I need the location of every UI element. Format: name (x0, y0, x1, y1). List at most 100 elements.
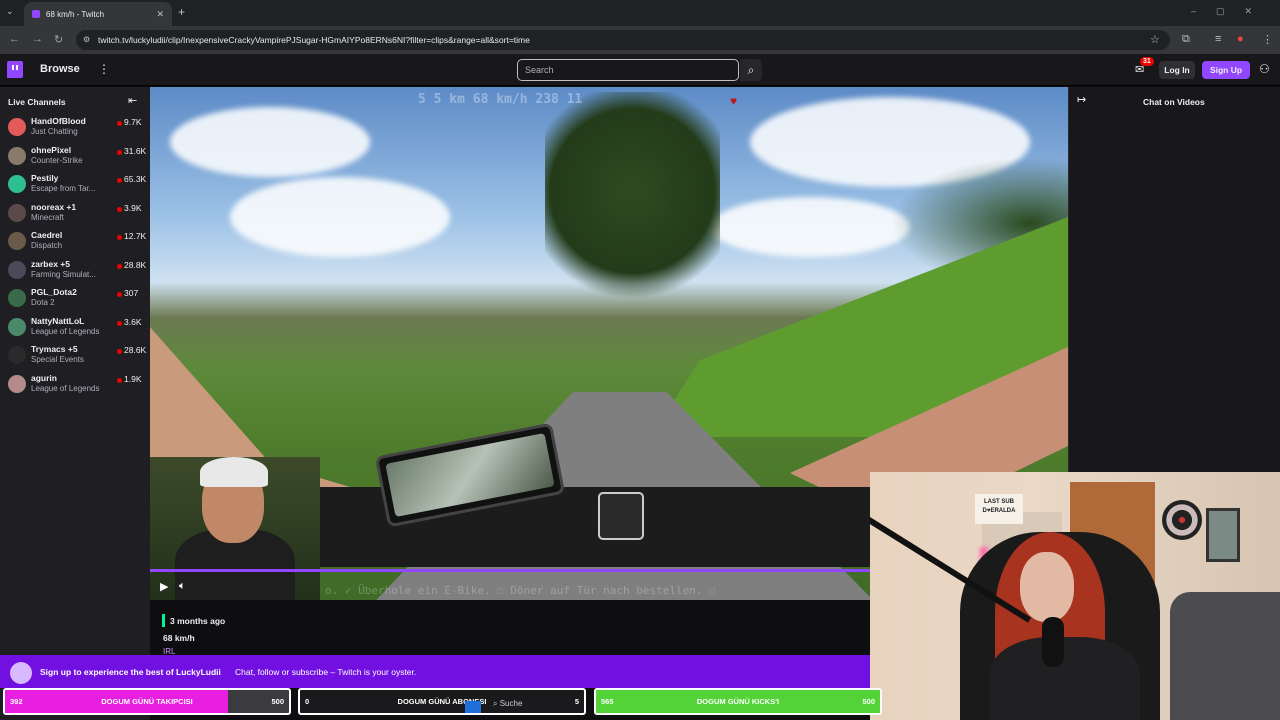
clip-accent-bar (162, 614, 165, 627)
channel-game: Minecraft (31, 212, 64, 222)
channel-avatar (8, 146, 26, 165)
sidebar-channel-item[interactable]: Caedrel Dispatch 12.7K (0, 227, 150, 255)
couch-image (1170, 592, 1280, 720)
expand-chat-icon[interactable]: ↦ (1077, 93, 1086, 106)
facecam-inset (150, 457, 320, 600)
forward-icon[interactable]: → (32, 33, 43, 45)
sidebar-channel-item[interactable]: ohnePixel Counter-Strike 31.6K (0, 142, 150, 170)
streamer-face-image (1020, 552, 1074, 622)
viewer-count: 65.3K (124, 174, 147, 184)
viewer-count: 307 (124, 288, 139, 298)
window-controls[interactable]: –▢✕ (1191, 6, 1272, 17)
twitch-favicon-icon (32, 10, 40, 18)
wall-picture-image (1206, 508, 1240, 562)
taskbar-search[interactable]: ⌕ Suche (493, 699, 522, 709)
channel-avatar (8, 118, 26, 136)
channel-game: Counter-Strike (31, 155, 83, 165)
browser-menu-icon[interactable]: ⋮ (1262, 33, 1273, 46)
channel-name: NattyNattLoL (31, 315, 85, 326)
profile-icon[interactable]: ● (1237, 33, 1244, 45)
sidebar-channel-item[interactable]: Pestily Escape from Tar... 65.3K (0, 170, 150, 198)
back-icon[interactable]: ← (9, 33, 20, 45)
sidebar-channel-item[interactable]: agurin League of Legends 1.9K (0, 370, 150, 398)
goal-target: 500 (862, 697, 875, 706)
channel-game: Farming Simulat... (31, 269, 96, 279)
bookmark-star-icon[interactable]: ☆ (1150, 33, 1160, 46)
channel-avatar (8, 203, 26, 222)
extensions-icon[interactable]: ⧉ (1182, 33, 1190, 46)
follower-goal-bar: 392 DOGUM GÜNÜ TAKIPCISI 500 (3, 688, 291, 715)
viewer-count: 31.6K (124, 145, 147, 156)
channel-name: HandOfBlood (31, 116, 86, 126)
media-icon[interactable]: ≡ (1215, 33, 1221, 45)
channel-name: Pestily (31, 173, 59, 183)
user-menu-icon[interactable]: ⚇ (1259, 62, 1270, 76)
channel-name: zarbex +5 (31, 258, 70, 269)
taskbar-app-icon[interactable] (465, 701, 481, 713)
channel-game: Special Events (31, 355, 84, 364)
live-indicator-icon (117, 349, 122, 354)
viewer-count: 9.7K (124, 117, 142, 127)
browse-link[interactable]: Browse (40, 63, 80, 75)
url-text: twitch.tv/luckyludii/clip/InexpensiveCra… (98, 35, 530, 45)
search-icon[interactable]: ⌕ (740, 59, 762, 81)
collapse-sidebar-icon[interactable]: ⇤ (128, 94, 137, 107)
sidebar-channel-item[interactable]: Trymacs +5 Special Events 28.6K (0, 341, 150, 369)
channel-avatar (8, 317, 26, 336)
twitch-logo-icon[interactable] (7, 61, 23, 78)
dartboard-image (1162, 500, 1202, 540)
new-tab-icon[interactable]: + (178, 5, 185, 19)
site-info-icon[interactable]: ⚙ (83, 30, 90, 50)
live-indicator-icon (117, 149, 122, 155)
viewer-count: 3.9K (124, 202, 142, 213)
sign-line-2: D♥ERALDA (982, 508, 1016, 514)
channel-name: Trymacs +5 (31, 344, 78, 354)
sidebar-channel-item[interactable]: zarbex +5 Farming Simulat... 28.8K (0, 256, 150, 284)
viewer-count: 12.7K (124, 231, 147, 241)
volume-icon[interactable]: 🔈︎ (179, 580, 186, 593)
notification-count-badge: 31 (1140, 57, 1154, 66)
stream-stats-overlay: 5 5 km 68 km/h 238 11 (418, 92, 583, 107)
more-options-icon[interactable]: ⋮ (98, 62, 110, 76)
live-channels-title: Live Channels (8, 97, 66, 107)
live-indicator-icon (117, 121, 122, 126)
play-icon[interactable]: ▶ (160, 580, 168, 593)
kicks-goal-bar: 565 DOGUM GÜNÜ KICKS'I 500 (594, 688, 882, 715)
taskbar-search-label: Suche (499, 699, 523, 708)
tree-image (545, 92, 720, 312)
sidebar-channel-item[interactable]: NattyNattLoL League of Legends 3.6K (0, 313, 150, 341)
chat-title: Chat on Videos (1143, 97, 1205, 107)
url-bar[interactable]: ⚙ twitch.tv/luckyludii/clip/InexpensiveC… (76, 30, 1170, 50)
microphone-image (1042, 617, 1064, 667)
close-tab-icon[interactable]: ✕ (156, 9, 164, 20)
goal-label: DOGUM GÜNÜ TAKIPCISI (101, 697, 193, 706)
search-input[interactable]: Search (517, 59, 739, 81)
webcam-overlay: LAST SUB D♥ERALDA (870, 472, 1280, 720)
browser-tab[interactable]: 68 km/h - Twitch ✕ (24, 2, 172, 26)
viewer-count: 1.9K (124, 373, 142, 384)
heart-icon: ♥ (730, 94, 738, 108)
signup-button[interactable]: Sign Up (1202, 61, 1250, 79)
channel-game: League of Legends (31, 383, 100, 393)
video-progress-bar[interactable] (150, 569, 870, 572)
goal-target: 5 (574, 697, 579, 706)
sidebar-channel-item[interactable]: HandOfBlood Just Chatting 9.7K (0, 113, 150, 141)
tab-title: 68 km/h - Twitch (46, 9, 105, 19)
channel-game: Escape from Tar... (31, 184, 96, 193)
channel-game: Dota 2 (31, 298, 55, 307)
goal-label: DOGUM GÜNÜ ABONESI (397, 697, 487, 706)
tab-search-icon[interactable]: ⌄ (6, 6, 14, 17)
clip-age: 3 months ago (170, 616, 226, 626)
browser-tab-bar (0, 0, 1280, 26)
sidebar-channel-item[interactable]: PGL_Dota2 Dota 2 307 (0, 284, 150, 312)
goal-target: 500 (271, 697, 284, 706)
live-indicator-icon (117, 235, 122, 240)
subscriber-goal-bar: 0 DOGUM GÜNÜ ABONESI 5 (298, 688, 586, 715)
sidebar-channel-item[interactable]: nooreax +1 Minecraft 3.9K (0, 199, 150, 227)
channel-avatar-icon (10, 662, 32, 684)
login-button[interactable]: Log In (1159, 61, 1195, 79)
reload-icon[interactable]: ↻ (54, 33, 63, 46)
live-indicator-icon (117, 292, 122, 297)
streamer-body-image (990, 637, 1140, 720)
channel-avatar (8, 346, 26, 364)
